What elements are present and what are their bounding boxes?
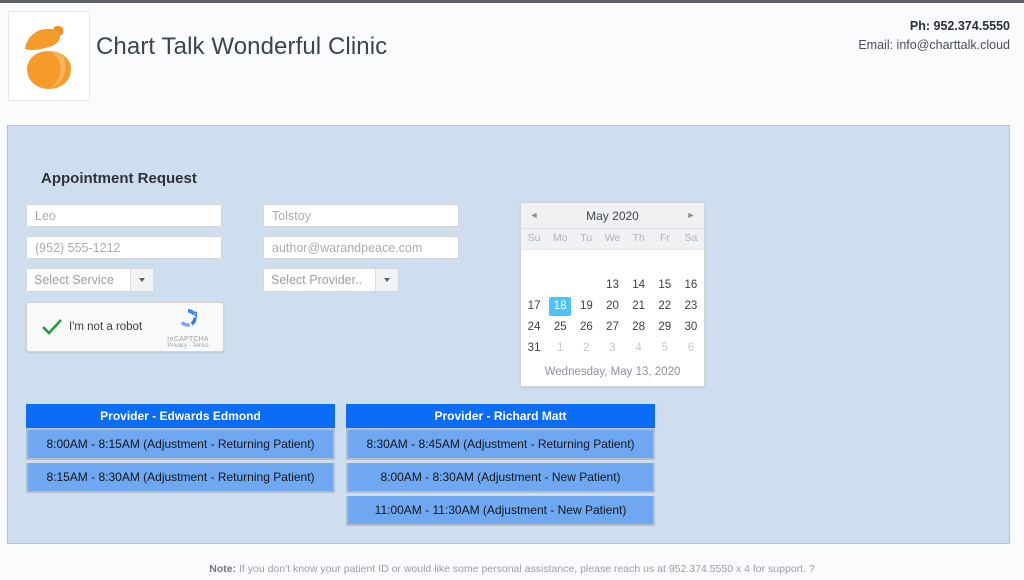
footer-note-label: Note: <box>209 563 237 575</box>
calendar-day[interactable]: 20 <box>599 297 625 316</box>
calendar-selected-date: Wednesday, May 13, 2020 <box>544 366 681 378</box>
email-input[interactable] <box>263 236 459 259</box>
calendar-weekday: Tu <box>580 232 593 244</box>
calendar-day[interactable]: 15 <box>652 276 678 295</box>
date-picker-calendar[interactable]: ◄ May 2020 ► Su Mo Tu We Th Fr Sa 13 14 15 16 17 18… <box>520 202 705 387</box>
calendar-day[interactable]: 21 <box>626 297 652 316</box>
provider-column: Provider - Richard Matt 8:30AM - 8:45AM … <box>346 404 655 526</box>
calendar-day[interactable]: 19 <box>573 297 599 316</box>
calendar-day-empty <box>547 276 573 295</box>
calendar-day[interactable]: 16 <box>678 276 704 295</box>
calendar-day-empty <box>547 255 573 274</box>
calendar-day-grid[interactable]: 13 14 15 16 17 18 19 20 21 22 23 24 25 26 27 28 29 30 31 1 2… <box>521 250 704 361</box>
calendar-day-empty <box>652 255 678 274</box>
calendar-weekday-row: Su Mo Tu We Th Fr Sa <box>521 229 704 250</box>
calendar-day[interactable]: 31 <box>521 339 547 358</box>
calendar-day[interactable]: 23 <box>678 297 704 316</box>
appointment-slot-button[interactable]: 8:00AM - 8:30AM (Adjustment - New Patien… <box>346 463 655 493</box>
provider-select-label: Select Provider.. <box>264 269 375 291</box>
recaptcha-branding: reCAPTCHA Privacy - Terms <box>157 306 223 349</box>
phone-input[interactable] <box>26 236 222 259</box>
appointment-slot-button[interactable]: 8:00AM - 8:15AM (Adjustment - Returning … <box>26 428 335 460</box>
prev-month-icon[interactable]: ◄ <box>521 203 547 228</box>
calendar-day-other-month[interactable]: 3 <box>599 339 625 358</box>
calendar-weekday: Su <box>527 232 541 244</box>
calendar-day-empty <box>573 276 599 295</box>
calendar-weekday: Mo <box>552 232 568 244</box>
provider-header: Provider - Edwards Edmond <box>26 404 335 428</box>
provider-slot-list: 8:30AM - 8:45AM (Adjustment - Returning … <box>346 428 655 526</box>
clinic-logo <box>8 11 90 101</box>
contact-phone: Ph: 952.374.5550 <box>909 19 1010 33</box>
calendar-month-label: May 2020 <box>586 208 639 223</box>
calendar-day-other-month[interactable]: 5 <box>652 339 678 358</box>
calendar-day[interactable]: 29 <box>652 318 678 337</box>
site-header: Chart Talk Wonderful Clinic Ph: 952.374.… <box>0 3 1024 108</box>
calendar-weekday: We <box>604 232 621 244</box>
recaptcha-brand-name: reCAPTCHA <box>167 335 209 343</box>
calendar-day[interactable]: 24 <box>521 318 547 337</box>
appointment-slot-button[interactable]: 8:30AM - 8:45AM (Adjustment - Returning … <box>346 428 655 460</box>
provider-slot-list: 8:00AM - 8:15AM (Adjustment - Returning … <box>26 428 335 493</box>
recaptcha-legal-links[interactable]: Privacy - Terms <box>157 343 219 349</box>
calendar-day-empty <box>599 255 625 274</box>
recaptcha-logo-icon <box>176 308 200 334</box>
recaptcha-label: I'm not a robot <box>69 321 143 333</box>
header-contact: Ph: 952.374.5550 Email: info@charttalk.c… <box>858 17 1010 56</box>
calendar-day[interactable]: 27 <box>599 318 625 337</box>
calendar-day[interactable]: 13 <box>599 276 625 295</box>
provider-select[interactable]: Select Provider.. <box>263 268 399 292</box>
appointment-slot-button[interactable]: 8:15AM - 8:30AM (Adjustment - Returning … <box>26 463 335 493</box>
first-name-input[interactable] <box>26 204 222 227</box>
calendar-day-other-month[interactable]: 1 <box>547 339 573 358</box>
provider-header: Provider - Richard Matt <box>346 404 655 428</box>
acorn-icon <box>19 21 79 91</box>
calendar-day[interactable]: 28 <box>626 318 652 337</box>
appointment-request-panel: Appointment Request Select Service Selec… <box>7 125 1010 544</box>
calendar-day-empty <box>626 255 652 274</box>
appointment-slot-button[interactable]: 11:00AM - 11:30AM (Adjustment - New Pati… <box>346 496 655 526</box>
calendar-weekday: Th <box>632 232 645 244</box>
calendar-day[interactable]: 17 <box>521 297 547 316</box>
service-select-label: Select Service <box>27 269 130 291</box>
calendar-weekday: Sa <box>684 232 698 244</box>
provider-column: Provider - Edwards Edmond 8:00AM - 8:15A… <box>26 404 335 493</box>
calendar-day-empty <box>573 255 599 274</box>
calendar-day-selected[interactable]: 18 <box>549 297 572 316</box>
calendar-day[interactable]: 26 <box>573 318 599 337</box>
calendar-day-other-month[interactable]: 4 <box>626 339 652 358</box>
footer-note: Note: If you don't know your patient ID … <box>0 563 1024 575</box>
calendar-day[interactable]: 14 <box>626 276 652 295</box>
calendar-day-other-month[interactable]: 6 <box>678 339 704 358</box>
chevron-down-icon[interactable] <box>375 269 398 291</box>
calendar-day[interactable]: 25 <box>547 318 573 337</box>
checkmark-icon[interactable] <box>35 318 69 336</box>
calendar-day-other-month[interactable]: 2 <box>573 339 599 358</box>
calendar-day[interactable]: 30 <box>678 318 704 337</box>
next-month-icon[interactable]: ► <box>678 203 704 228</box>
calendar-header: ◄ May 2020 ► <box>521 203 704 229</box>
clinic-name: Chart Talk Wonderful Clinic <box>96 33 388 60</box>
last-name-input[interactable] <box>263 204 459 227</box>
service-select[interactable]: Select Service <box>26 268 154 292</box>
calendar-day-empty <box>521 276 547 295</box>
calendar-day[interactable]: 22 <box>652 297 678 316</box>
calendar-day-empty <box>521 255 547 274</box>
contact-email: Email: info@charttalk.cloud <box>858 38 1010 53</box>
footer-note-text: If you don't know your patient ID or wou… <box>236 563 815 575</box>
chevron-down-icon[interactable] <box>130 269 153 291</box>
calendar-day-empty <box>678 255 704 274</box>
calendar-weekday: Fr <box>659 232 670 244</box>
recaptcha-widget[interactable]: I'm not a robot reCAPTCHA Privacy - Term… <box>26 302 224 352</box>
page-title: Appointment Request <box>41 170 197 187</box>
